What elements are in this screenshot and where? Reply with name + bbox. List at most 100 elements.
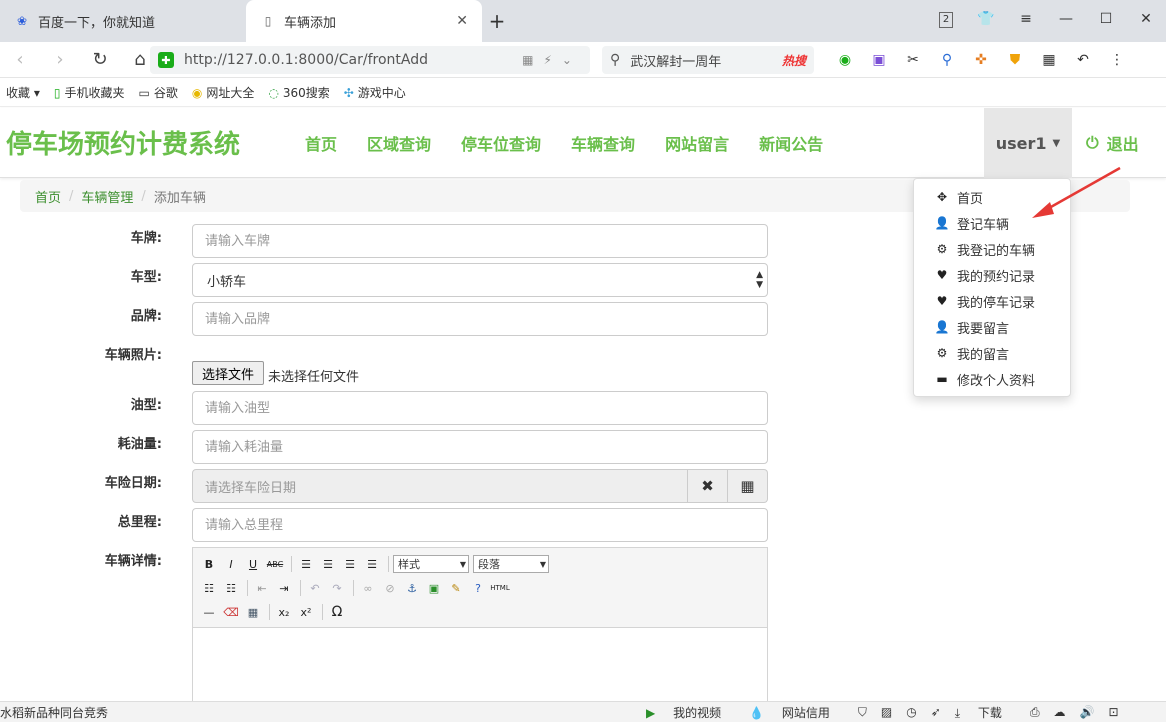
brand-input[interactable] [192,302,768,336]
nav-news[interactable]: 新闻公告 [759,131,823,155]
underline-icon[interactable]: U [243,554,263,574]
bookmark-google[interactable]: ▭ 谷歌 [138,84,177,101]
indent-icon[interactable]: ⇥ [274,578,294,598]
calendar-icon[interactable]: ▦ [728,469,768,503]
subscript-icon[interactable]: x₂ [274,602,294,622]
bullet-list-icon[interactable]: ☷ [199,578,219,598]
align-right-icon[interactable]: ☰ [340,554,360,574]
clear-date-icon[interactable]: ✖ [688,469,728,503]
reload-icon[interactable]: ↻ [80,49,120,70]
bookmark-sites[interactable]: ◉ 网址大全 [192,84,255,101]
redo-icon[interactable]: ↷ [327,578,347,598]
help-icon[interactable]: ? [468,578,488,598]
status-news-text[interactable]: 水稻新品种同台竞秀 [0,704,108,721]
align-left-icon[interactable]: ☰ [296,554,316,574]
my-video-link[interactable]: ▶ 我的视频 [646,704,735,721]
bold-icon[interactable]: B [199,554,219,574]
anchor-icon[interactable]: ⚓ [402,578,422,598]
gear-icon: ⚙ [936,242,948,256]
translate-icon[interactable]: ▣ [862,52,896,68]
minimize-icon[interactable]: — [1046,11,1086,27]
tab-baidu[interactable]: ❀ 百度一下，你就知道 [0,0,246,42]
shirt-icon[interactable]: 👕 [966,11,1006,27]
shield-status-icon[interactable]: ⛉ [858,705,867,720]
close-icon[interactable]: ✕ [456,13,468,29]
site-brand[interactable]: 停车场预约计费系统 [6,124,240,161]
tab-car-add[interactable]: ▯ 车辆添加 ✕ [246,0,482,42]
cloud-icon[interactable]: ☁ [1054,705,1066,719]
html-source-icon[interactable]: HTML [490,578,510,598]
consumption-input[interactable] [192,430,768,464]
breadcrumb-home[interactable]: 首页 [35,187,61,206]
strikethrough-icon[interactable]: ABC [265,554,285,574]
dropdown-item-my-messages[interactable]: ⚙ 我的留言 [914,340,1070,366]
more-icon[interactable]: ⋮ [1100,52,1134,68]
forward-icon[interactable]: › [40,49,80,70]
scissors-icon[interactable]: ✂ [896,52,930,68]
dropdown-item-my-cars[interactable]: ⚙ 我登记的车辆 [914,236,1070,262]
speed-icon[interactable]: ◷ [906,705,916,719]
bookmark-favorites[interactable]: 收藏 ▾ [6,84,40,101]
site-credit-link[interactable]: 💧 网站信用 [749,704,844,721]
tab-count-icon[interactable]: 2 [926,10,966,28]
bookmark-mobile[interactable]: ▯ 手机收藏夹 [54,84,125,101]
undo-icon[interactable]: ↶ [305,578,325,598]
apps-grid-icon[interactable]: ▦ [1032,52,1066,68]
back-icon[interactable]: ‹ [0,49,40,70]
picture-icon[interactable]: ▨ [881,705,892,719]
outdent-icon[interactable]: ⇤ [252,578,272,598]
image-icon[interactable]: ▣ [424,578,444,598]
gamepad-icon[interactable]: ✜ [964,52,998,68]
volume-icon[interactable]: 🔊 [1080,705,1095,719]
url-field[interactable]: ✚ http://127.0.0.1:8000/Car/frontAdd ▦⚡⌄ [150,46,590,74]
hot-search-label[interactable]: 热搜 [782,52,806,69]
magnifier-icon[interactable]: ⚲ [930,52,964,68]
align-center-icon[interactable]: ☰ [318,554,338,574]
editor-body[interactable] [193,628,767,706]
new-tab-button[interactable]: + [482,0,512,42]
dropdown-item-edit-profile[interactable]: ▬ 修改个人资料 [914,366,1070,392]
bookmark-games[interactable]: ✣ 游戏中心 [344,84,406,101]
browser-search[interactable]: ⚲ 武汉解封一周年 热搜 [602,46,814,74]
nav-area-query[interactable]: 区域查询 [367,131,431,155]
eraser-icon[interactable]: ⌫ [221,602,241,622]
nav-car-query[interactable]: 车辆查询 [571,131,635,155]
menu-icon[interactable]: ≡ [1006,11,1046,27]
nav-messages[interactable]: 网站留言 [665,131,729,155]
bookmark-360[interactable]: ◌ 360搜索 [268,84,329,101]
wechat-icon[interactable]: ◉ [828,52,862,68]
url-tools-icons[interactable]: ▦⚡⌄ [522,53,582,67]
plate-input[interactable] [192,224,768,258]
superscript-icon[interactable]: x² [296,602,316,622]
coupon-icon[interactable]: ⛊ [998,52,1032,68]
cleanup-icon[interactable]: ✎ [446,578,466,598]
link-icon[interactable]: ∞ [358,578,378,598]
breadcrumb-section[interactable]: 车辆管理 [81,187,133,206]
horizontal-rule-icon[interactable]: — [199,602,219,622]
choose-file-button[interactable]: 选择文件 [192,361,264,385]
special-char-icon[interactable]: Ω [327,602,347,622]
table-icon[interactable]: ▦ [243,602,263,622]
italic-icon[interactable]: I [221,554,241,574]
insurance-date-input[interactable]: 请选择车险日期 [192,469,688,503]
rocket-icon[interactable]: ➶ [931,705,941,719]
undo-icon[interactable]: ↶ [1066,52,1100,68]
numbered-list-icon[interactable]: ☷ [221,578,241,598]
printer-icon[interactable]: ⎙ [1030,705,1040,720]
dropdown-item-reservations[interactable]: ♥ 我的预约记录 [914,262,1070,288]
download-link[interactable]: ⤓ 下载 [955,704,1016,721]
align-justify-icon[interactable]: ☰ [362,554,382,574]
dropdown-item-leave-message[interactable]: 👤 我要留言 [914,314,1070,340]
mileage-input[interactable] [192,508,768,542]
paragraph-select[interactable]: 段落 ▼ [473,555,549,573]
nav-spot-query[interactable]: 停车位查询 [461,131,541,155]
style-select[interactable]: 样式 ▼ [393,555,469,573]
dropdown-item-parking-records[interactable]: ♥ 我的停车记录 [914,288,1070,314]
zoom-icon[interactable]: ⊡ [1109,705,1119,719]
nav-home[interactable]: 首页 [305,131,337,155]
maximize-icon[interactable]: ☐ [1086,11,1126,27]
fuel-input[interactable] [192,391,768,425]
type-select[interactable]: 小轿车 ▲ ▼ [192,263,768,297]
close-window-icon[interactable]: ✕ [1126,11,1166,27]
unlink-icon[interactable]: ⊘ [380,578,400,598]
